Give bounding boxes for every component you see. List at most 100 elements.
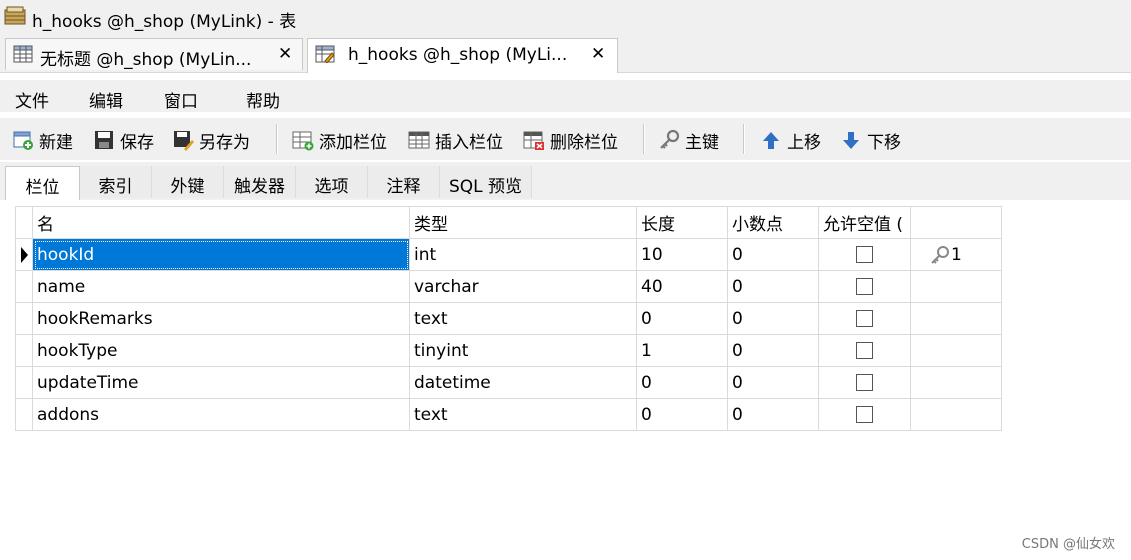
field-key-cell[interactable] <box>910 366 1002 399</box>
tab-untitled-query[interactable]: 无标题 @h_shop (MyLin... ✕ <box>5 38 303 70</box>
nullable-checkbox[interactable] <box>856 278 873 295</box>
insert-field-label: 插入栏位 <box>435 132 503 153</box>
table-header-row: 名 类型 长度 小数点 允许空值 ( <box>15 206 1002 239</box>
table-row[interactable]: hookId int 10 0 1 <box>15 238 1002 271</box>
insert-field-button[interactable]: 插入栏位 <box>408 127 503 153</box>
field-decimals-cell[interactable]: 0 <box>727 366 819 399</box>
nullable-checkbox[interactable] <box>856 246 873 263</box>
column-header-type[interactable]: 类型 <box>409 206 637 239</box>
field-nullable-cell <box>818 302 911 335</box>
tab-foreign-keys[interactable]: 外键 <box>152 166 224 198</box>
save-as-icon <box>174 131 194 151</box>
field-name-cell[interactable]: hookRemarks <box>32 302 410 335</box>
table-row[interactable]: addons text 0 0 <box>15 398 1002 431</box>
save-label: 保存 <box>120 132 154 153</box>
field-name-cell[interactable]: updateTime <box>32 366 410 399</box>
menu-file[interactable]: 文件 <box>15 87 49 112</box>
field-decimals-cell[interactable]: 0 <box>727 302 819 335</box>
field-name-cell[interactable]: addons <box>32 398 410 431</box>
table-row[interactable]: hookRemarks text 0 0 <box>15 302 1002 335</box>
primary-key-icon <box>931 245 949 264</box>
tab-options[interactable]: 选项 <box>296 166 368 198</box>
primary-key-label: 主键 <box>685 132 719 153</box>
delete-field-button[interactable]: 删除栏位 <box>523 127 618 153</box>
new-button[interactable]: 新建 <box>12 127 73 153</box>
field-type-cell[interactable]: datetime <box>409 366 637 399</box>
field-name-cell[interactable]: hookType <box>32 334 410 367</box>
tab-indexes[interactable]: 索引 <box>80 166 152 198</box>
field-length-cell[interactable]: 0 <box>636 398 728 431</box>
toolbar-separator <box>743 124 745 154</box>
field-length-cell[interactable]: 1 <box>636 334 728 367</box>
field-nullable-cell <box>818 398 911 431</box>
field-length-cell[interactable]: 0 <box>636 302 728 335</box>
move-down-button[interactable]: 下移 <box>840 127 901 153</box>
field-type-cell[interactable]: int <box>409 238 637 271</box>
field-name-cell[interactable]: name <box>32 270 410 303</box>
field-key-cell[interactable]: 1 <box>910 238 1002 271</box>
field-name-cell[interactable]: hookId <box>32 238 410 271</box>
field-key-cell[interactable] <box>910 302 1002 335</box>
field-decimals-cell[interactable]: 0 <box>727 398 819 431</box>
column-header-decimals[interactable]: 小数点 <box>727 206 819 239</box>
move-up-button[interactable]: 上移 <box>760 127 821 153</box>
row-selector[interactable] <box>15 366 33 399</box>
tab-h-hooks-design[interactable]: h_hooks @h_shop (MyLi... ✕ <box>307 38 618 73</box>
field-key-cell[interactable] <box>910 398 1002 431</box>
field-nullable-cell <box>818 334 911 367</box>
field-length-cell[interactable]: 10 <box>636 238 728 271</box>
nullable-checkbox[interactable] <box>856 374 873 391</box>
menu-edit[interactable]: 编辑 <box>89 87 123 112</box>
nullable-checkbox[interactable] <box>856 342 873 359</box>
table-row[interactable]: name varchar 40 0 <box>15 270 1002 303</box>
field-decimals-cell[interactable]: 0 <box>727 238 819 271</box>
row-selector[interactable] <box>15 270 33 303</box>
primary-key-button[interactable]: 主键 <box>658 127 719 153</box>
field-nullable-cell <box>818 238 911 271</box>
field-decimals-cell[interactable]: 0 <box>727 270 819 303</box>
field-key-cell[interactable] <box>910 270 1002 303</box>
save-as-button[interactable]: 另存为 <box>172 127 250 153</box>
menu-bar: 文件 编辑 窗口 帮助 <box>0 80 1131 112</box>
delete-field-label: 删除栏位 <box>550 132 618 153</box>
tab-triggers[interactable]: 触发器 <box>224 166 296 198</box>
tab-comment[interactable]: 注释 <box>368 166 440 198</box>
field-key-cell[interactable] <box>910 334 1002 367</box>
column-header-nullable[interactable]: 允许空值 ( <box>818 206 911 239</box>
menu-window[interactable]: 窗口 <box>164 87 198 112</box>
toolbar-separator <box>276 124 278 154</box>
row-selector[interactable] <box>15 398 33 431</box>
field-type-cell[interactable]: tinyint <box>409 334 637 367</box>
field-length-cell[interactable]: 40 <box>636 270 728 303</box>
nullable-checkbox[interactable] <box>856 406 873 423</box>
field-type-cell[interactable]: text <box>409 398 637 431</box>
tab-fields[interactable]: 栏位 <box>5 166 80 202</box>
column-header-name[interactable]: 名 <box>32 206 410 239</box>
field-type-cell[interactable]: text <box>409 302 637 335</box>
table-row[interactable]: updateTime datetime 0 0 <box>15 366 1002 399</box>
field-decimals-cell[interactable]: 0 <box>727 334 819 367</box>
toolbar-separator <box>643 124 645 154</box>
menu-help[interactable]: 帮助 <box>246 87 280 112</box>
insert-field-icon <box>408 131 430 149</box>
arrow-up-icon <box>763 132 779 149</box>
close-icon[interactable]: ✕ <box>591 44 605 64</box>
field-length-cell[interactable]: 0 <box>636 366 728 399</box>
add-field-button[interactable]: 添加栏位 <box>292 127 387 153</box>
column-header-key[interactable] <box>910 206 1002 239</box>
nullable-checkbox[interactable] <box>856 310 873 327</box>
delete-field-icon <box>523 131 544 150</box>
tab-sql-preview[interactable]: SQL 预览 <box>440 166 532 198</box>
table-row[interactable]: hookType tinyint 1 0 <box>15 334 1002 367</box>
row-selector[interactable] <box>15 334 33 367</box>
close-icon[interactable]: ✕ <box>278 44 292 64</box>
add-field-label: 添加栏位 <box>319 132 387 153</box>
row-selector[interactable] <box>15 302 33 335</box>
row-selector[interactable] <box>15 238 33 271</box>
key-icon <box>660 129 680 149</box>
field-type-cell[interactable]: varchar <box>409 270 637 303</box>
column-header-length[interactable]: 长度 <box>636 206 728 239</box>
document-tabs: 无标题 @h_shop (MyLin... ✕ h_hooks @h_shop … <box>0 36 1131 73</box>
save-button[interactable]: 保存 <box>93 127 154 153</box>
field-nullable-cell <box>818 366 911 399</box>
